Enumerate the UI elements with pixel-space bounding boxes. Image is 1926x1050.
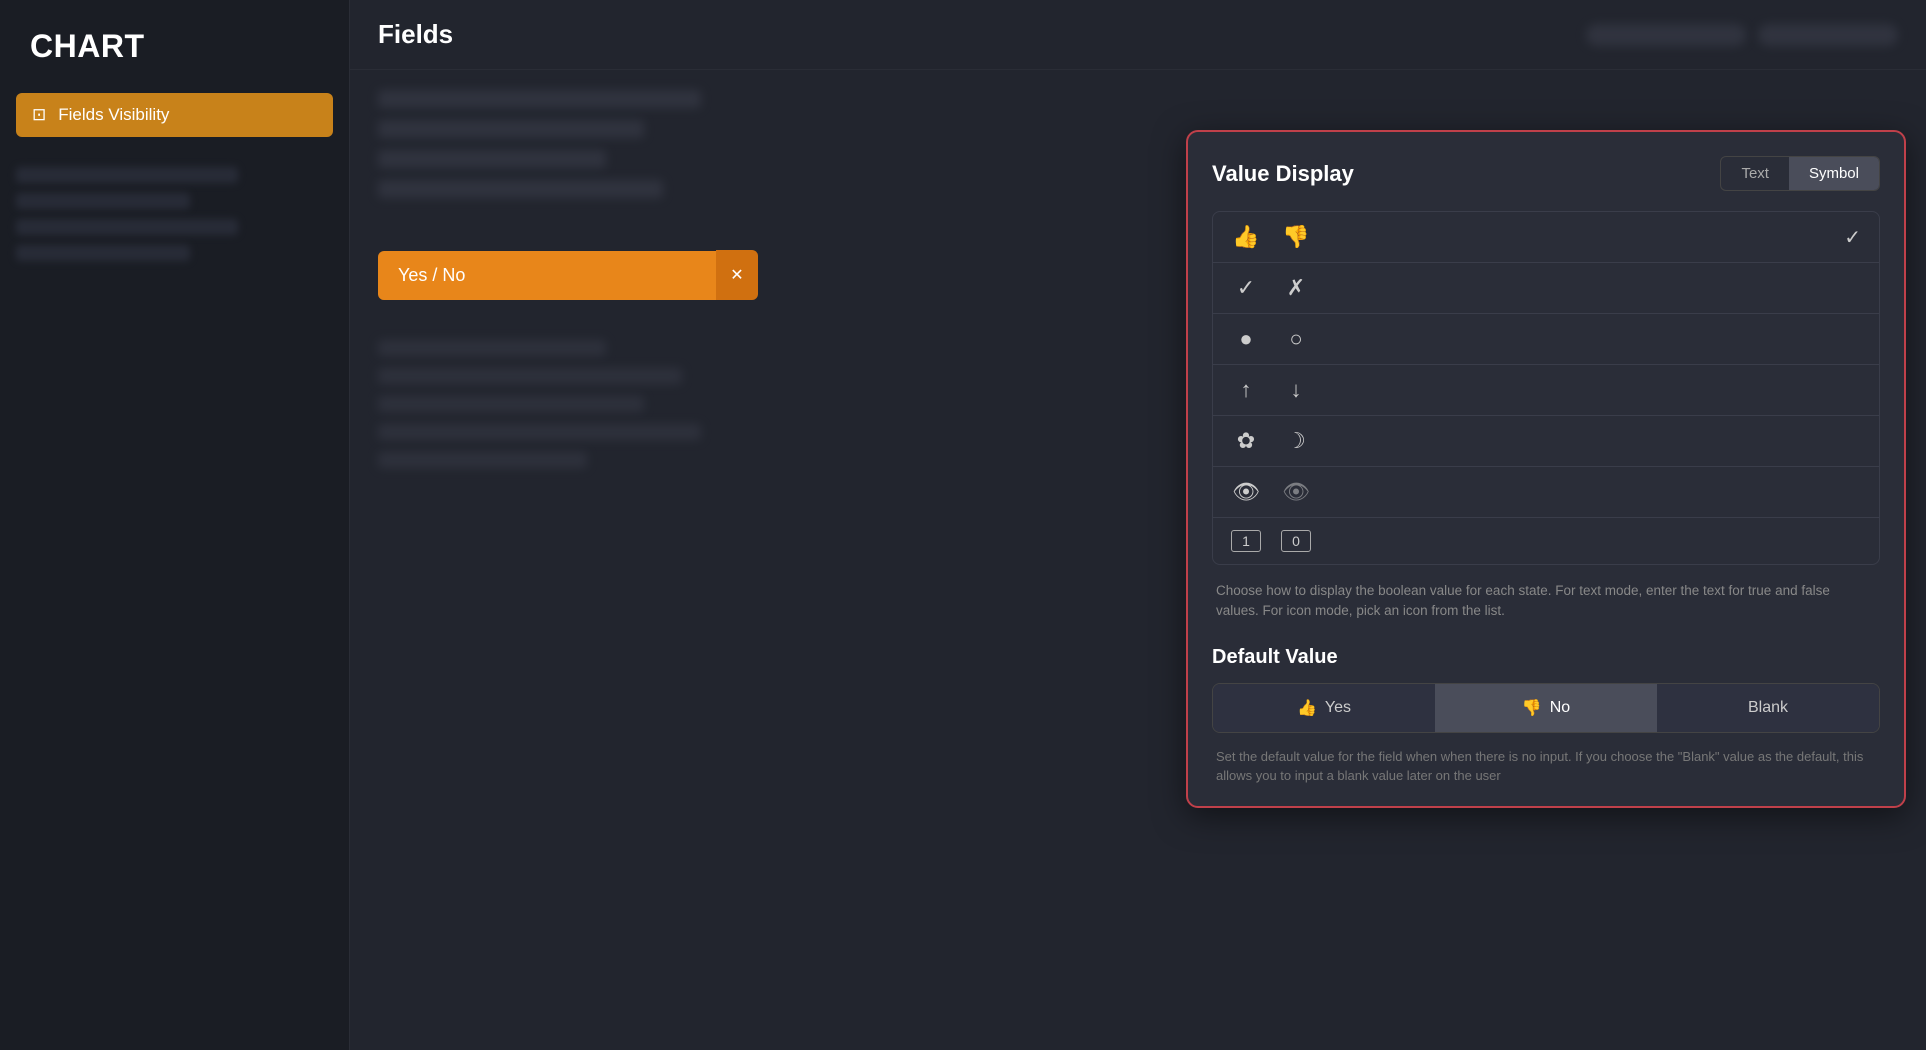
bottom-description: Set the default value for the field when… [1212,747,1880,786]
blurred-row [378,180,663,198]
symbol-pair: ✓ ✗ [1231,275,1861,301]
display-toggle: Text Symbol [1720,156,1880,191]
eye-icon: 👁 [1231,479,1261,505]
blurred-row [378,368,682,384]
symbol-row-thumbs[interactable]: 👍 👎 ✓ [1213,212,1879,263]
symbol-pair: ↑ ↓ [1231,377,1861,403]
symbol-row-arrows[interactable]: ↑ ↓ [1213,365,1879,416]
default-value-title: Default Value [1212,646,1880,669]
up-arrow-icon: ↑ [1231,377,1261,403]
default-blank-button[interactable]: Blank [1657,684,1879,732]
blurred-item [16,167,238,183]
default-value-buttons: 👍 Yes 👎 No Blank [1212,683,1880,733]
x-icon: ✗ [1281,275,1311,301]
blurred-item [16,245,190,261]
sidebar-blurred-items [0,159,349,269]
sidebar: CHART ⊡ Fields Visibility [0,0,350,1050]
default-yes-button[interactable]: 👍 Yes [1213,684,1435,732]
yesno-clear-button[interactable]: ✕ [716,250,758,300]
one-box-icon: 1 [1231,530,1261,552]
symbol-pair: 👁 👁 [1231,479,1861,505]
selected-checkmark-icon: ✓ [1844,225,1861,250]
eye-off-icon: 👁 [1281,479,1311,505]
panel-description: Choose how to display the boolean value … [1212,581,1880,622]
symbol-row-circles[interactable]: ● ○ [1213,314,1879,365]
close-icon: ✕ [730,265,743,285]
symbol-pair: 👍 👎 [1231,224,1844,250]
main-content: Fields Yes / No ✕ [350,0,1926,1050]
thumbs-down-small-icon: 👎 [1522,698,1542,718]
monitor-icon: ⊡ [32,105,46,125]
blurred-row [378,90,701,108]
blurred-item [16,193,190,209]
zero-box-icon: 0 [1281,530,1311,552]
symbol-row-eye[interactable]: 👁 👁 [1213,467,1879,518]
symbol-pair: 1 0 [1231,530,1861,552]
blurred-row [378,150,606,168]
symbol-pair: ✿ ☽ [1231,428,1861,454]
thumbs-up-small-icon: 👍 [1297,698,1317,718]
symbol-rows-list: 👍 👎 ✓ ✓ ✗ ● ○ [1212,211,1880,565]
thumbs-up-icon: 👍 [1231,224,1261,250]
check-icon: ✓ [1231,275,1261,301]
table-area: Yes / No ✕ Value Display Text Symbol [350,70,1926,1050]
blurred-item [16,219,238,235]
symbol-row-binary[interactable]: 1 0 [1213,518,1879,564]
yesno-field[interactable]: Yes / No [378,251,716,300]
symbol-toggle-button[interactable]: Symbol [1789,157,1879,190]
blurred-row [378,424,701,440]
filled-circle-icon: ● [1231,326,1261,352]
panel-header: Value Display Text Symbol [1212,156,1880,191]
blurred-row [378,452,587,468]
table-rows-below [378,340,758,468]
sidebar-nav: ⊡ Fields Visibility [0,85,349,149]
blurred-row [378,396,644,412]
page-title: Fields [378,19,453,50]
blurred-row [378,340,606,356]
text-toggle-button[interactable]: Text [1721,157,1789,190]
symbol-row-sun-moon[interactable]: ✿ ☽ [1213,416,1879,467]
default-no-button[interactable]: 👎 No [1435,684,1657,732]
blurred-header-pill [1758,24,1898,46]
sidebar-item-fields-visibility[interactable]: ⊡ Fields Visibility [16,93,333,137]
symbol-row-check-x[interactable]: ✓ ✗ [1213,263,1879,314]
thumbs-down-icon: 👎 [1281,224,1311,250]
down-arrow-icon: ↓ [1281,377,1311,403]
moon-icon: ☽ [1281,428,1311,454]
sidebar-title: CHART [0,0,349,85]
main-header: Fields [350,0,1926,70]
empty-circle-icon: ○ [1281,326,1311,352]
sidebar-item-label: Fields Visibility [58,105,169,125]
blurred-header-pill [1586,24,1746,46]
table-rows-top [378,90,758,198]
yesno-field-container: Yes / No ✕ [378,250,758,300]
value-display-panel: Value Display Text Symbol 👍 👎 ✓ [1186,130,1906,808]
blurred-row [378,120,644,138]
symbol-pair: ● ○ [1231,326,1861,352]
header-right [1586,24,1898,46]
default-value-section: Default Value 👍 Yes 👎 No Blank Set the d… [1212,646,1880,786]
sun-icon: ✿ [1231,428,1261,454]
panel-title: Value Display [1212,161,1354,187]
